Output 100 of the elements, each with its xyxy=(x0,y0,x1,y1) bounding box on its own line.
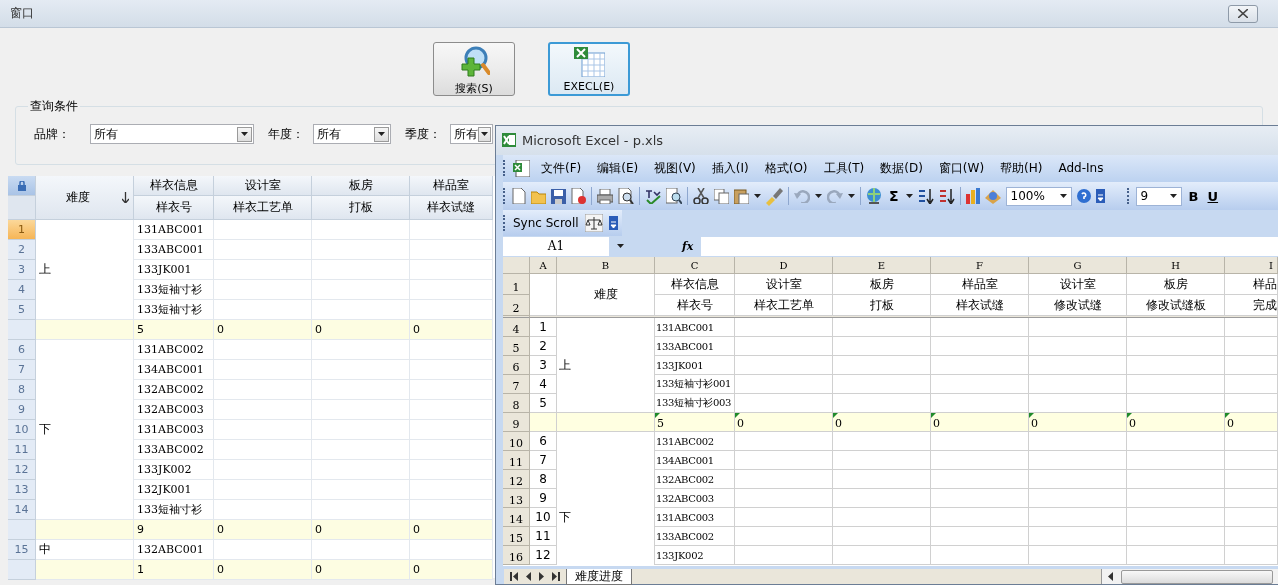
dropdown-field[interactable]: 所有 xyxy=(313,124,391,144)
column-header[interactable]: 样衣信息 xyxy=(134,176,214,196)
row-header[interactable]: 12 xyxy=(503,470,530,490)
caret-icon[interactable] xyxy=(617,244,624,249)
sort-ascending-icon[interactable] xyxy=(917,188,934,204)
format-painter-icon[interactable] xyxy=(766,186,783,206)
menu-item[interactable]: 格式(O) xyxy=(759,159,813,177)
column-header[interactable]: H xyxy=(1127,257,1225,275)
row-header[interactable]: 6 xyxy=(503,356,530,376)
row-header[interactable]: 15 xyxy=(8,540,36,560)
formula-field[interactable] xyxy=(701,236,1278,256)
menu-item[interactable]: 视图(V) xyxy=(649,159,701,177)
row-header[interactable]: 8 xyxy=(8,380,36,400)
font-size-dropdown[interactable]: 9 xyxy=(1135,186,1182,206)
column-header[interactable]: 样衣工艺单 xyxy=(214,196,312,220)
row-header[interactable]: 9 xyxy=(503,413,530,433)
menu-item[interactable]: 窗口(W) xyxy=(933,159,990,177)
menu-item[interactable]: 文件(F) xyxy=(536,159,587,177)
caret-icon[interactable] xyxy=(815,194,822,199)
row-header[interactable]: 16 xyxy=(503,546,530,566)
new-document-icon[interactable] xyxy=(512,188,526,205)
export-button[interactable]: EXECL(E) xyxy=(548,42,630,96)
row-header[interactable]: 14 xyxy=(8,500,36,520)
save-icon[interactable] xyxy=(551,188,566,204)
caret-icon[interactable] xyxy=(754,194,761,199)
print-icon[interactable] xyxy=(597,188,613,204)
close-button[interactable] xyxy=(1228,4,1258,23)
row-header[interactable]: 15 xyxy=(503,527,530,547)
row-header[interactable]: 11 xyxy=(8,440,36,460)
menu-item[interactable]: 工具(T) xyxy=(818,159,870,177)
help-icon[interactable] xyxy=(1076,189,1091,204)
row-header[interactable]: 2 xyxy=(8,240,36,260)
menu-item[interactable]: 帮助(H) xyxy=(995,159,1048,177)
row-header[interactable]: 13 xyxy=(8,480,36,500)
row-header[interactable]: 14 xyxy=(503,508,530,528)
row-header[interactable]: 13 xyxy=(503,489,530,509)
sync-scroll-button[interactable]: Sync Scroll xyxy=(513,216,579,231)
next-sheet-icon[interactable] xyxy=(539,572,544,581)
print-preview-icon[interactable] xyxy=(618,188,634,205)
row-header[interactable]: 2 xyxy=(503,295,530,317)
row-header[interactable]: 3 xyxy=(8,260,36,280)
underline-button[interactable]: U xyxy=(1205,188,1221,204)
scale-icon[interactable] xyxy=(584,214,603,233)
sort-descending-icon[interactable] xyxy=(938,188,955,204)
row-header[interactable]: 11 xyxy=(503,451,530,471)
column-header[interactable]: 打板 xyxy=(312,196,410,220)
menu-item[interactable]: 编辑(E) xyxy=(592,159,644,177)
zoom-dropdown[interactable]: 100% xyxy=(1005,186,1072,206)
scroll-left-icon[interactable] xyxy=(1108,572,1113,581)
chart-icon[interactable] xyxy=(965,188,980,205)
paste-icon[interactable] xyxy=(734,188,749,205)
column-header[interactable]: D xyxy=(735,257,833,275)
autosum-button[interactable]: Σ xyxy=(887,188,901,205)
cut-icon[interactable] xyxy=(693,188,709,205)
row-header[interactable]: 9 xyxy=(8,400,36,420)
column-header[interactable]: 设计室 xyxy=(214,176,312,196)
column-header[interactable]: C xyxy=(655,257,735,275)
bold-button[interactable]: B xyxy=(1186,188,1201,204)
column-header[interactable]: 难度 xyxy=(36,176,134,220)
row-header[interactable]: 8 xyxy=(503,394,530,414)
row-header[interactable]: 7 xyxy=(503,375,530,395)
row-header[interactable]: 5 xyxy=(503,337,530,357)
row-header[interactable]: 10 xyxy=(8,420,36,440)
dropdown-field[interactable]: 所有 xyxy=(90,124,254,144)
column-header[interactable]: 样衣试缝 xyxy=(410,196,493,220)
caret-icon[interactable] xyxy=(905,194,913,199)
column-header[interactable]: E xyxy=(833,257,931,275)
globe-icon[interactable] xyxy=(866,188,882,205)
function-label[interactable]: fx xyxy=(682,239,694,253)
column-header[interactable]: G xyxy=(1029,257,1127,275)
toolbar-options-icon[interactable] xyxy=(608,216,618,231)
column-header[interactable]: B xyxy=(557,257,655,275)
name-box[interactable]: A1 xyxy=(503,236,609,256)
row-header[interactable]: 6 xyxy=(8,340,36,360)
row-header[interactable]: 10 xyxy=(503,432,530,452)
column-header[interactable]: A xyxy=(530,257,557,275)
column-header[interactable]: F xyxy=(931,257,1029,275)
row-header[interactable]: 1 xyxy=(8,220,36,240)
last-sheet-icon[interactable] xyxy=(552,572,560,581)
dropdown-field[interactable]: 所有 xyxy=(450,124,493,144)
column-header[interactable]: 板房 xyxy=(312,176,410,196)
toolbar-options-icon[interactable] xyxy=(1095,189,1105,204)
document-icon[interactable] xyxy=(571,188,586,205)
column-header[interactable]: I xyxy=(1225,257,1278,275)
previous-sheet-icon[interactable] xyxy=(526,572,531,581)
row-header[interactable]: 7 xyxy=(8,360,36,380)
first-sheet-icon[interactable] xyxy=(510,572,518,581)
spelling-icon[interactable] xyxy=(645,188,661,204)
menu-item[interactable]: 数据(D) xyxy=(875,159,928,177)
caret-icon[interactable] xyxy=(848,194,855,199)
row-header[interactable]: 12 xyxy=(8,460,36,480)
sheet-tab[interactable]: 难度进度 xyxy=(566,568,632,585)
row-header[interactable]: 4 xyxy=(503,318,530,338)
row-header[interactable]: 1 xyxy=(503,274,530,296)
row-header[interactable]: 4 xyxy=(8,280,36,300)
search-button[interactable]: 搜索(S) xyxy=(433,42,515,96)
column-header[interactable]: 样衣号 xyxy=(134,196,214,220)
row-header[interactable]: 5 xyxy=(8,300,36,320)
menu-item[interactable]: 插入(I) xyxy=(706,159,754,177)
menu-item[interactable]: Add-Ins xyxy=(1053,161,1109,176)
